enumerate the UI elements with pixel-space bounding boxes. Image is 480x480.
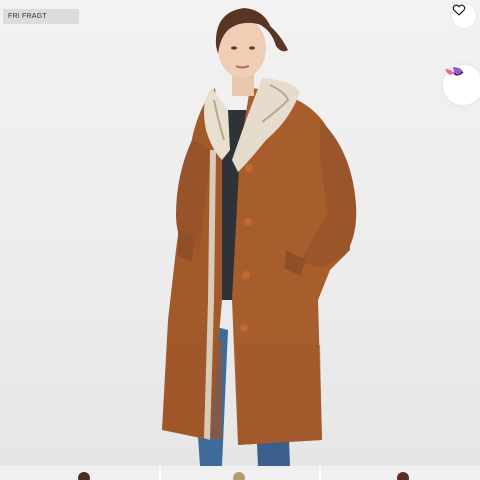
heart-outline-icon <box>452 4 466 16</box>
thumbnail-1[interactable] <box>0 466 159 480</box>
thumbnail-3-model <box>397 472 410 480</box>
product-image[interactable]: FRI FRAGT <box>0 0 480 466</box>
model-illustration <box>162 8 357 466</box>
thumbnail-strip <box>0 466 480 480</box>
brand-badge[interactable] <box>443 65 480 105</box>
product-gallery: FRI FRAGT <box>0 0 480 480</box>
free-shipping-badge: FRI FRAGT <box>3 9 79 24</box>
favorite-button[interactable] <box>452 4 476 28</box>
thumbnail-2-model <box>232 472 245 480</box>
brand-logo-icon <box>445 67 464 76</box>
thumbnail-2[interactable] <box>160 466 320 480</box>
thumbnail-3[interactable] <box>321 466 480 480</box>
free-shipping-label: FRI FRAGT <box>8 13 47 20</box>
thumbnail-1-model <box>78 472 90 480</box>
